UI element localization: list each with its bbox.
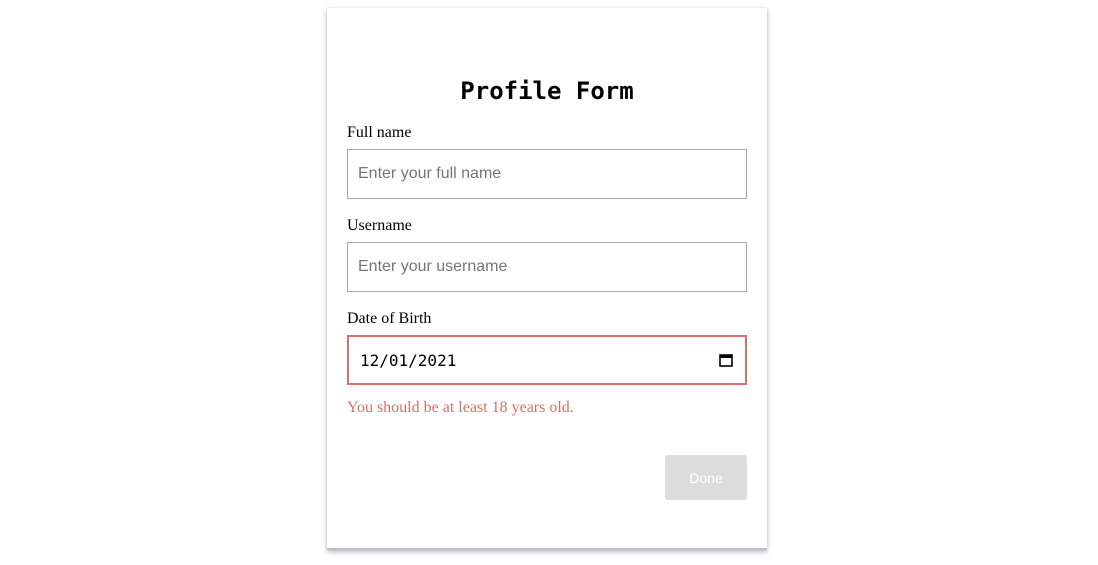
form-title: Profile Form (460, 77, 634, 105)
profile-form-card: Profile Form Full name Username Date of … (327, 8, 767, 550)
dob-date-input[interactable]: 12/01/2021 (347, 335, 747, 385)
full-name-input[interactable] (347, 149, 747, 199)
username-input[interactable] (347, 242, 747, 292)
done-button[interactable]: Done (665, 455, 747, 500)
dob-label: Date of Birth (347, 310, 432, 327)
full-name-label: Full name (347, 124, 412, 141)
dob-value: 12/01/2021 (360, 350, 457, 370)
calendar-icon[interactable] (719, 353, 733, 367)
dob-error-message: You should be at least 18 years old. (347, 399, 574, 416)
username-label: Username (347, 217, 412, 234)
